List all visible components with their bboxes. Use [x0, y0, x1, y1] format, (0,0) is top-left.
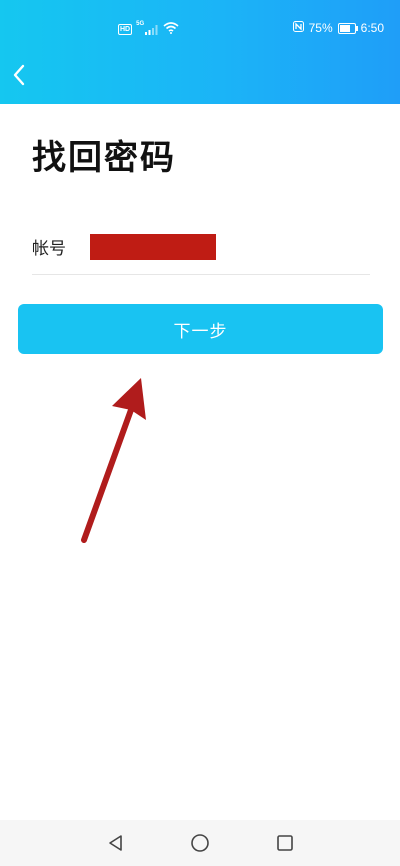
next-step-button[interactable]: 下一步: [18, 304, 383, 354]
status-right-icons: 75% 6:50: [292, 21, 384, 35]
nav-back-button[interactable]: [101, 828, 131, 858]
battery-icon: [337, 22, 358, 34]
recents-square-icon: [277, 835, 293, 851]
status-bar: HD 5G 75% 6:50: [0, 0, 400, 40]
5g-signal-icon: 5G: [136, 21, 159, 35]
system-nav-bar: [0, 820, 400, 866]
clock-time: 6:50: [360, 21, 384, 35]
battery-fill: [339, 24, 351, 32]
nav-home-button[interactable]: [185, 828, 215, 858]
network-badge: 5G: [136, 20, 145, 27]
home-circle-icon: [191, 834, 209, 852]
find-password-screen: HD 5G 75% 6:50 找回密码 帐号 下一步: [0, 0, 400, 866]
page-title: 找回密码: [32, 138, 176, 178]
header-bar: HD 5G 75% 6:50: [0, 0, 400, 104]
nav-recents-button[interactable]: [270, 828, 300, 858]
back-triangle-icon: [109, 835, 122, 851]
chevron-left-icon: [13, 64, 25, 86]
back-button[interactable]: [6, 58, 32, 92]
account-input[interactable]: [90, 234, 216, 260]
account-label: 帐号: [32, 239, 66, 259]
nfc-icon: [292, 21, 304, 35]
wifi-icon: [163, 22, 179, 37]
status-left-icons: HD 5G: [118, 21, 179, 37]
account-field-row: 帐号: [32, 228, 370, 275]
battery-percent: 75%: [308, 21, 333, 35]
hd-icon: HD: [118, 24, 133, 35]
